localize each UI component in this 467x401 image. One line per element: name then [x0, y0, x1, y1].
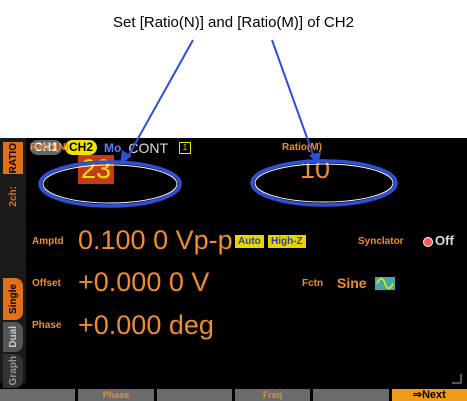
fkey-5[interactable]: [313, 389, 389, 401]
annotation-caption: Set [Ratio(N)] and [Ratio(M)] of CH2: [113, 14, 354, 31]
lock-icon: 1: [179, 141, 192, 154]
sidebar: RATIO 2ch: Single Dual Graph: [0, 138, 26, 388]
corner-marker-icon: [452, 374, 462, 384]
offset-value[interactable]: +0.000 0 V: [78, 267, 209, 298]
ratio-n-label: Ratio(N): [30, 142, 69, 153]
phase-value[interactable]: +0.000 deg: [78, 310, 214, 341]
fctn-value[interactable]: Sine: [337, 275, 367, 291]
fctn-label: Fctn: [302, 278, 324, 289]
ch2-button[interactable]: CH2: [65, 140, 98, 155]
synclator-value[interactable]: Off: [435, 233, 454, 248]
fkey-phase[interactable]: Phase: [78, 389, 154, 401]
tab-single-label: Single: [7, 283, 19, 314]
instrument-screen: RATIO 2ch: Single Dual Graph CH1 CH2 Mo …: [0, 138, 467, 401]
phase-label: Phase: [32, 320, 62, 331]
tab-ratio[interactable]: RATIO: [3, 142, 23, 174]
ratio-n-value[interactable]: 23: [78, 155, 114, 184]
synclator-status-icon: [423, 237, 433, 247]
function-key-bar: Phase Freq ⇒Next: [0, 389, 467, 401]
high-z-badge[interactable]: High-Z: [268, 235, 306, 248]
fkey-freq[interactable]: Freq: [234, 389, 311, 401]
synclator-label: Synclator: [358, 236, 404, 247]
ratio-m-value[interactable]: 10: [300, 154, 330, 185]
tab-graph[interactable]: Graph: [3, 354, 23, 388]
tab-2ch: 2ch:: [3, 176, 23, 216]
fkey-1[interactable]: [0, 389, 76, 401]
amptd-value[interactable]: 0.100 0 Vp-p: [78, 225, 233, 256]
mode-label: Mo: [104, 140, 122, 155]
tab-ratio-label: RATIO: [7, 142, 19, 174]
sine-wave-icon: [375, 277, 395, 290]
fkey-3[interactable]: [156, 389, 232, 401]
tab-dual-label: Dual: [7, 326, 19, 348]
tab-single[interactable]: Single: [3, 278, 23, 320]
amptd-label: Amptd: [32, 236, 64, 247]
ratio-m-label: Ratio(M): [282, 142, 322, 153]
auto-badge[interactable]: Auto: [235, 235, 264, 248]
offset-label: Offset: [32, 278, 61, 289]
tab-2ch-label: 2ch:: [7, 185, 19, 207]
cont-label: CONT: [128, 139, 169, 156]
next-button[interactable]: ⇒Next: [391, 389, 467, 401]
tab-dual[interactable]: Dual: [3, 322, 23, 352]
tab-graph-label: Graph: [7, 356, 19, 386]
